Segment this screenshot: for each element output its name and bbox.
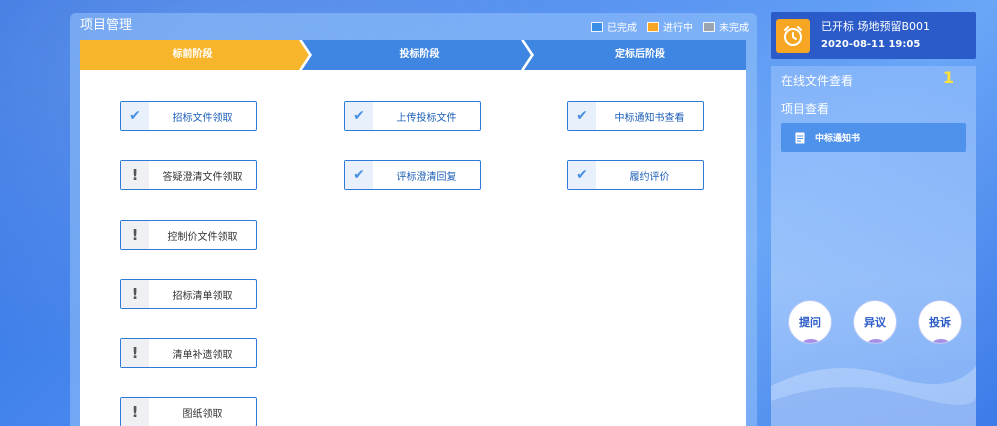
legend-completed: 已完成	[591, 19, 637, 34]
exclamation-icon: !	[121, 161, 149, 189]
stage-bidding[interactable]: 投标阶段	[312, 40, 527, 70]
check-icon: ✔	[345, 161, 373, 189]
legend-swatch-completed	[591, 21, 603, 32]
exclamation-icon: !	[121, 280, 149, 308]
legend-swatch-in-progress	[647, 21, 659, 32]
legend-not-started: 未完成	[703, 19, 749, 34]
legend-in-progress: 进行中	[647, 19, 693, 34]
legend-label: 未完成	[719, 23, 749, 34]
alarm-clock-icon	[776, 19, 810, 53]
document-icon	[795, 132, 805, 143]
exclamation-icon: !	[121, 221, 149, 249]
task-label: 图纸领取	[182, 408, 223, 420]
task-upload-bid-doc[interactable]: ✔ 上传投标文件	[344, 101, 481, 131]
notice-title: 已开标 场地预留B001	[821, 20, 931, 33]
task-drawing-retrieval[interactable]: ! 图纸领取	[120, 397, 257, 426]
task-bid-doc-retrieval[interactable]: ✔ 招标文件领取	[120, 101, 257, 131]
task-label: 清单补遗领取	[172, 349, 233, 361]
stage-post-award[interactable]: 定标后阶段	[534, 40, 746, 70]
project-panel: 项目管理 已完成 进行中 未完成 标前阶段 投标阶段 定标后阶段 ✔ 招标文件领…	[70, 13, 757, 426]
task-evaluation-clarification-reply[interactable]: ✔ 评标澄清回复	[344, 160, 481, 190]
task-control-price-retrieval[interactable]: ! 控制价文件领取	[120, 220, 257, 250]
online-file-count: 1	[942, 68, 954, 87]
stage-bar: 标前阶段 投标阶段 定标后阶段	[80, 40, 746, 70]
objection-button[interactable]: 异议	[853, 300, 897, 344]
task-label: 上传投标文件	[396, 112, 457, 124]
award-notice-label: 中标通知书	[815, 134, 861, 144]
task-award-notice-view[interactable]: ✔ 中标通知书查看	[567, 101, 704, 131]
side-panel: 在线文件查看 1 项目查看 中标通知书 提问 异议 投诉	[771, 66, 976, 426]
task-label: 评标澄清回复	[396, 171, 457, 183]
legend-label: 已完成	[607, 23, 637, 34]
exclamation-icon: !	[121, 339, 149, 367]
check-icon: ✔	[568, 161, 596, 189]
exclamation-icon: !	[121, 398, 149, 426]
decorative-waves	[771, 366, 976, 426]
stage-pre-bid[interactable]: 标前阶段	[80, 40, 305, 70]
task-label: 招标清单领取	[172, 290, 233, 302]
bid-opening-notice[interactable]: 已开标 场地预留B001 2020-08-11 19:05	[771, 12, 976, 59]
check-icon: ✔	[345, 102, 373, 130]
objection-button-label: 异议	[864, 316, 886, 329]
content-area: 标前阶段 投标阶段 定标后阶段 ✔ 招标文件领取 ! 答疑澄清文件领取 ! 控制…	[80, 40, 746, 426]
task-clarification-doc-retrieval[interactable]: ! 答疑澄清文件领取	[120, 160, 257, 190]
task-list-addendum-retrieval[interactable]: ! 清单补遗领取	[120, 338, 257, 368]
check-icon: ✔	[121, 102, 149, 130]
task-bid-list-retrieval[interactable]: ! 招标清单领取	[120, 279, 257, 309]
project-view-label[interactable]: 项目查看	[781, 100, 829, 117]
question-button-label: 提问	[799, 316, 821, 329]
complaint-button[interactable]: 投诉	[918, 300, 962, 344]
task-label: 履约评价	[629, 171, 670, 183]
legend-label: 进行中	[663, 23, 693, 34]
complaint-button-label: 投诉	[929, 316, 951, 329]
legend-swatch-not-started	[703, 21, 715, 32]
check-icon: ✔	[568, 102, 596, 130]
status-legend: 已完成 进行中 未完成	[591, 19, 749, 34]
panel-title: 项目管理	[80, 18, 133, 33]
task-label: 控制价文件领取	[167, 231, 238, 243]
task-label: 中标通知书查看	[614, 112, 685, 124]
award-notice-link[interactable]: 中标通知书	[781, 123, 966, 152]
task-label: 招标文件领取	[172, 112, 233, 124]
task-label: 答疑澄清文件领取	[162, 171, 243, 183]
task-performance-evaluation[interactable]: ✔ 履约评价	[567, 160, 704, 190]
notice-datetime: 2020-08-11 19:05	[821, 39, 921, 50]
question-button[interactable]: 提问	[788, 300, 832, 344]
online-file-view-label[interactable]: 在线文件查看	[781, 72, 853, 89]
